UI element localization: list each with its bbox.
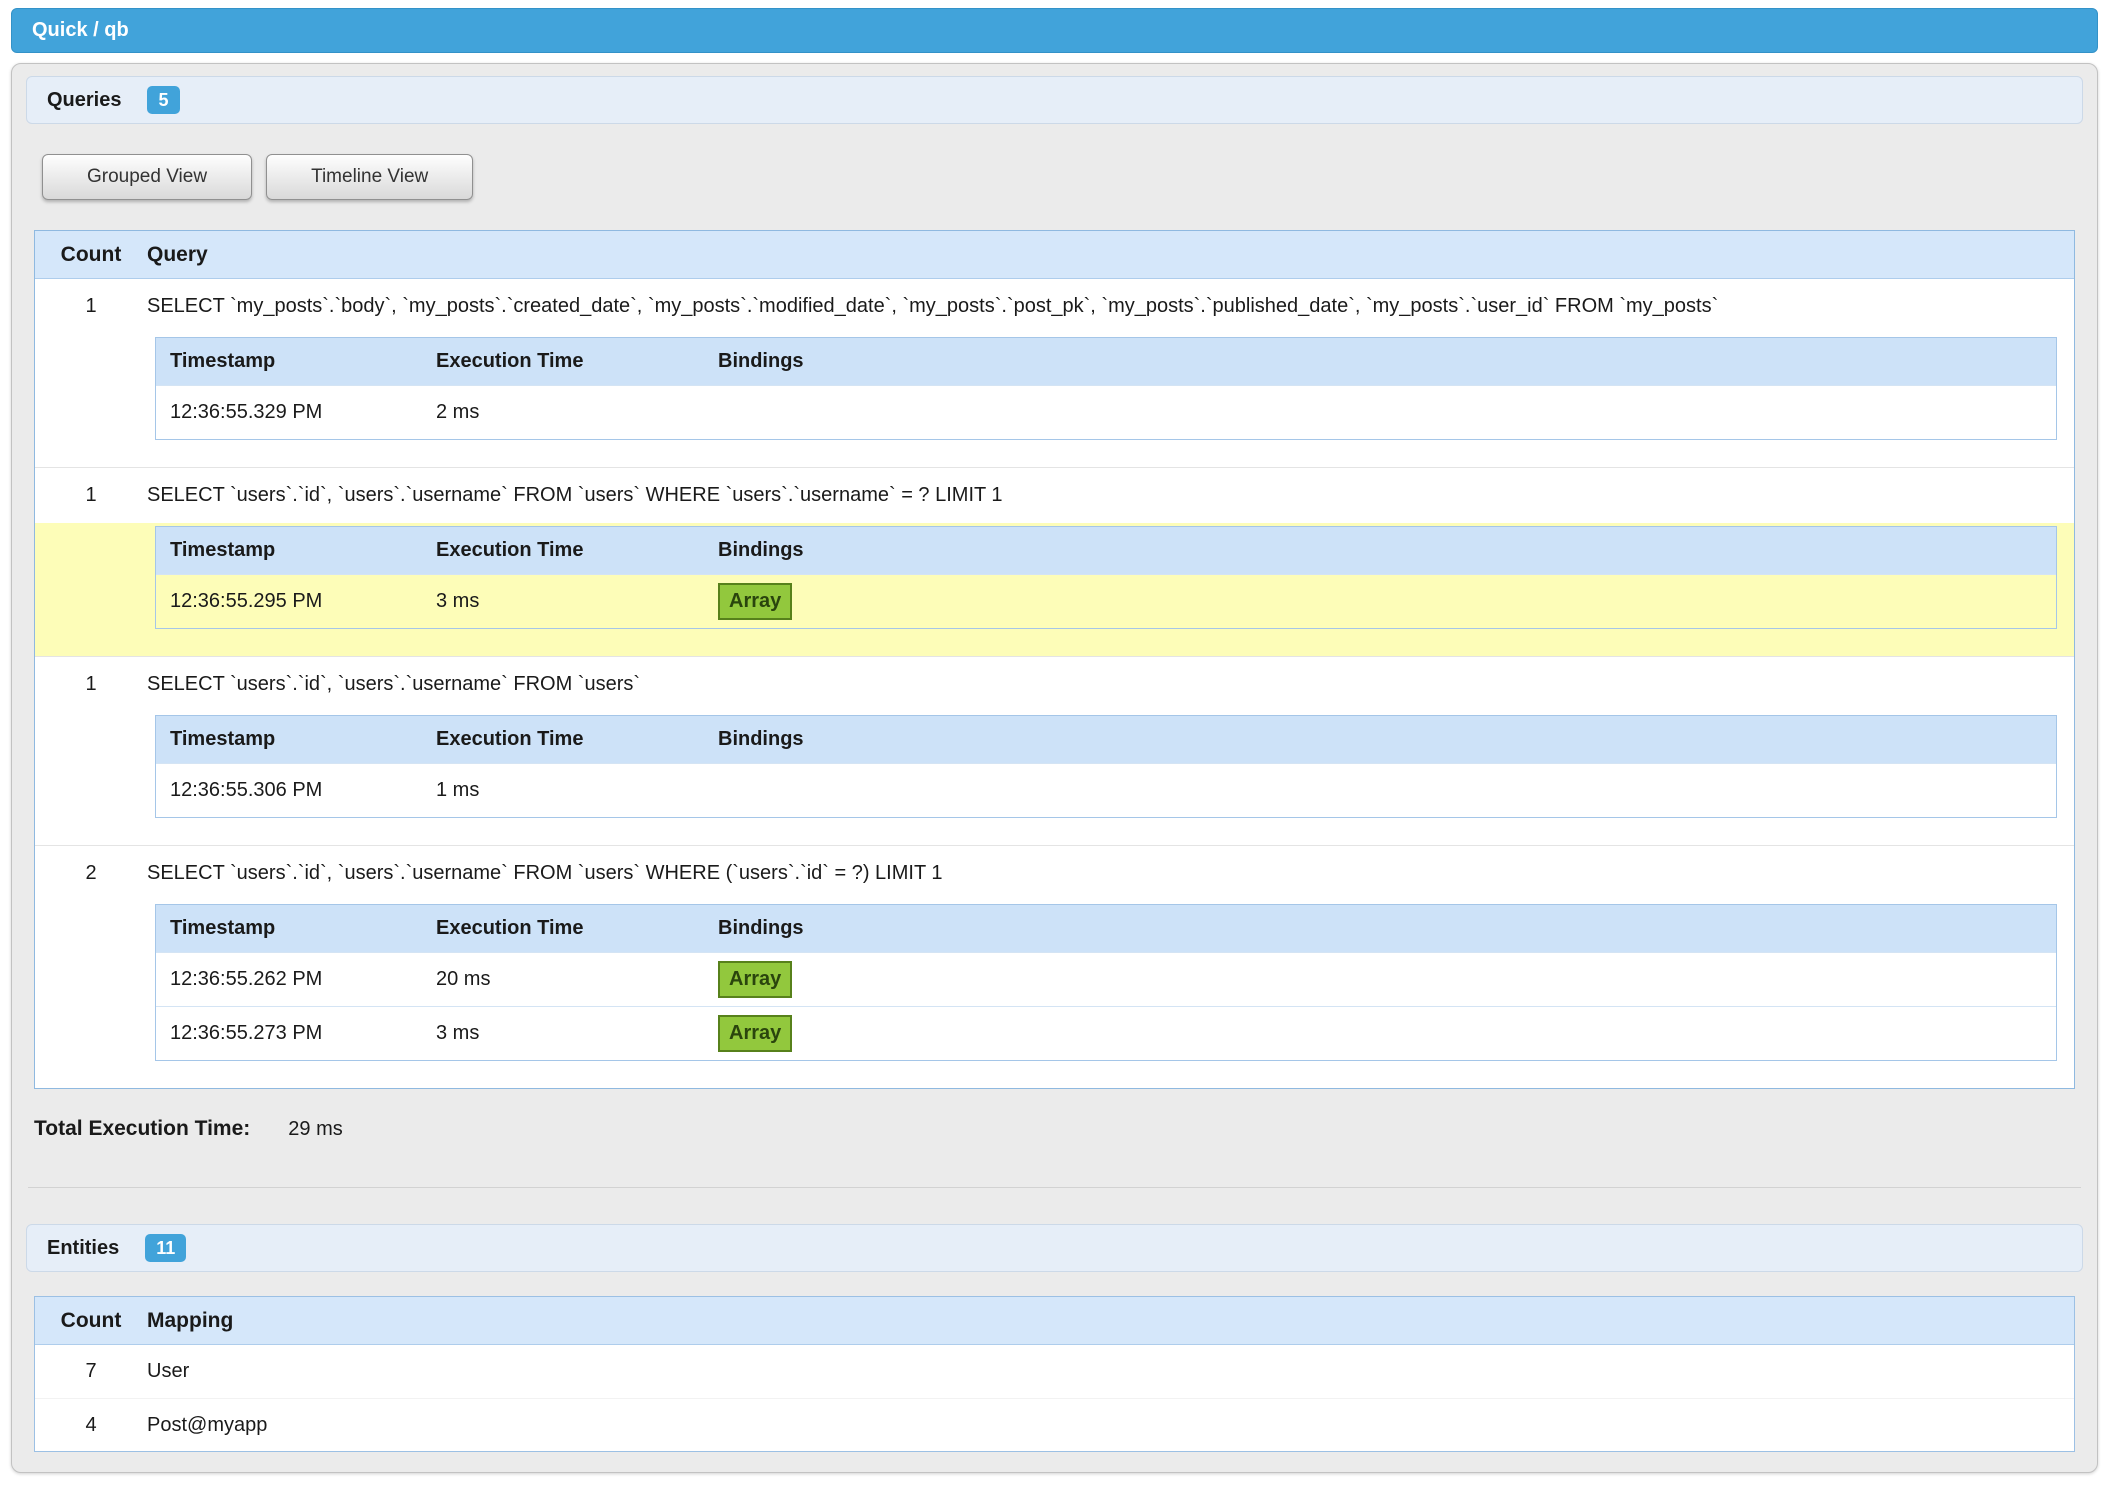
query-summary-row: 1 SELECT `my_posts`.`body`, `my_posts`.`…: [35, 279, 2074, 334]
execution-row: 12:36:55.295 PM 3 ms Array: [156, 574, 2056, 628]
query-summary-row: 2 SELECT `users`.`id`, `users`.`username…: [35, 846, 2074, 901]
query-count: 1: [35, 484, 147, 507]
timestamp-column-header: Timestamp: [156, 728, 436, 751]
queries-section-header: Queries 5: [26, 76, 2083, 124]
bindings-cell: Array: [718, 583, 2056, 620]
view-toggle-group: Grouped View Timeline View: [42, 154, 2083, 200]
entity-mapping: User: [147, 1360, 2074, 1383]
entities-table: Count Mapping 7 User 4 Post@myapp: [34, 1296, 2075, 1452]
query-detail: Timestamp Execution Time Bindings 12:36:…: [35, 334, 2074, 467]
query-count: 1: [35, 673, 147, 696]
entity-row: 4 Post@myapp: [35, 1398, 2074, 1451]
timestamp-column-header: Timestamp: [156, 917, 436, 940]
queries-count-badge: 5: [147, 86, 179, 114]
execution-time-value: 3 ms: [436, 590, 718, 613]
query-summary-row: 1 SELECT `users`.`id`, `users`.`username…: [35, 468, 2074, 523]
timestamp-value: 12:36:55.295 PM: [156, 590, 436, 613]
execution-time-column-header: Execution Time: [436, 728, 718, 751]
execution-table: Timestamp Execution Time Bindings 12:36:…: [155, 526, 2057, 629]
page-title: Quick / qb: [32, 19, 129, 42]
queries-table-header: Count Query: [35, 231, 2074, 279]
query-row: 2 SELECT `users`.`id`, `users`.`username…: [35, 845, 2074, 1088]
bindings-cell: Array: [718, 1015, 2056, 1052]
queries-section-title: Queries: [47, 89, 121, 112]
query-row: 1 SELECT `my_posts`.`body`, `my_posts`.`…: [35, 279, 2074, 467]
query-row: 1 SELECT `users`.`id`, `users`.`username…: [35, 467, 2074, 656]
execution-time-column-header: Execution Time: [436, 350, 718, 373]
execution-time-value: 3 ms: [436, 1022, 718, 1045]
top-title-bar: Quick / qb: [11, 8, 2098, 53]
query-detail: Timestamp Execution Time Bindings 12:36:…: [35, 712, 2074, 845]
execution-time-column-header: Execution Time: [436, 917, 718, 940]
debug-panel: Queries 5 Grouped View Timeline View Cou…: [11, 63, 2098, 1473]
execution-table-header: Timestamp Execution Time Bindings: [156, 527, 2056, 574]
bindings-column-header: Bindings: [718, 917, 2056, 940]
execution-row: 12:36:55.273 PM 3 ms Array: [156, 1006, 2056, 1060]
execution-table-header: Timestamp Execution Time Bindings: [156, 716, 2056, 763]
execution-time-value: 1 ms: [436, 779, 718, 802]
timeline-view-button[interactable]: Timeline View: [266, 154, 473, 200]
execution-time-column-header: Execution Time: [436, 539, 718, 562]
array-bindings-button[interactable]: Array: [718, 961, 792, 998]
total-execution-time-label: Total Execution Time:: [34, 1117, 250, 1141]
entity-row: 7 User: [35, 1345, 2074, 1398]
count-column-header: Count: [35, 1309, 147, 1333]
query-summary-row: 1 SELECT `users`.`id`, `users`.`username…: [35, 657, 2074, 712]
execution-row: 12:36:55.262 PM 20 ms Array: [156, 952, 2056, 1006]
count-column-header: Count: [35, 243, 147, 267]
entity-mapping: Post@myapp: [147, 1414, 2074, 1437]
query-row: 1 SELECT `users`.`id`, `users`.`username…: [35, 656, 2074, 845]
execution-table: Timestamp Execution Time Bindings 12:36:…: [155, 904, 2057, 1061]
query-sql: SELECT `users`.`id`, `users`.`username` …: [147, 484, 2074, 507]
mapping-column-header: Mapping: [147, 1309, 2074, 1333]
grouped-view-button[interactable]: Grouped View: [42, 154, 252, 200]
bindings-column-header: Bindings: [718, 350, 2056, 373]
query-sql: SELECT `users`.`id`, `users`.`username` …: [147, 862, 2074, 885]
query-sql: SELECT `users`.`id`, `users`.`username` …: [147, 673, 2074, 696]
entities-table-header: Count Mapping: [35, 1297, 2074, 1345]
timestamp-column-header: Timestamp: [156, 350, 436, 373]
execution-table: Timestamp Execution Time Bindings 12:36:…: [155, 337, 2057, 440]
entities-section-title: Entities: [47, 1237, 119, 1260]
timestamp-value: 12:36:55.262 PM: [156, 968, 436, 991]
execution-time-value: 2 ms: [436, 401, 718, 424]
execution-table-header: Timestamp Execution Time Bindings: [156, 905, 2056, 952]
query-detail: Timestamp Execution Time Bindings 12:36:…: [35, 901, 2074, 1088]
bindings-cell: Array: [718, 961, 2056, 998]
bindings-column-header: Bindings: [718, 539, 2056, 562]
array-bindings-button[interactable]: Array: [718, 583, 792, 620]
timestamp-value: 12:36:55.306 PM: [156, 779, 436, 802]
section-divider: [28, 1187, 2081, 1188]
queries-table: Count Query 1 SELECT `my_posts`.`body`, …: [34, 230, 2075, 1089]
query-count: 1: [35, 295, 147, 318]
bindings-column-header: Bindings: [718, 728, 2056, 751]
execution-row: 12:36:55.329 PM 2 ms: [156, 385, 2056, 439]
entities-count-badge: 11: [145, 1234, 186, 1262]
entities-section-header: Entities 11: [26, 1224, 2083, 1272]
page: Quick / qb Queries 5 Grouped View Timeli…: [0, 0, 2109, 1487]
query-sql: SELECT `my_posts`.`body`, `my_posts`.`cr…: [147, 295, 2074, 318]
execution-time-value: 20 ms: [436, 968, 718, 991]
query-count: 2: [35, 862, 147, 885]
entity-count: 7: [35, 1360, 147, 1383]
timestamp-value: 12:36:55.273 PM: [156, 1022, 436, 1045]
timestamp-value: 12:36:55.329 PM: [156, 401, 436, 424]
execution-table-header: Timestamp Execution Time Bindings: [156, 338, 2056, 385]
query-column-header: Query: [147, 243, 2074, 267]
execution-row: 12:36:55.306 PM 1 ms: [156, 763, 2056, 817]
total-execution-time: Total Execution Time: 29 ms: [34, 1117, 2083, 1151]
timestamp-column-header: Timestamp: [156, 539, 436, 562]
execution-table: Timestamp Execution Time Bindings 12:36:…: [155, 715, 2057, 818]
total-execution-time-value: 29 ms: [288, 1118, 342, 1141]
entity-count: 4: [35, 1414, 147, 1437]
array-bindings-button[interactable]: Array: [718, 1015, 792, 1052]
query-detail-highlighted: Timestamp Execution Time Bindings 12:36:…: [35, 523, 2074, 656]
